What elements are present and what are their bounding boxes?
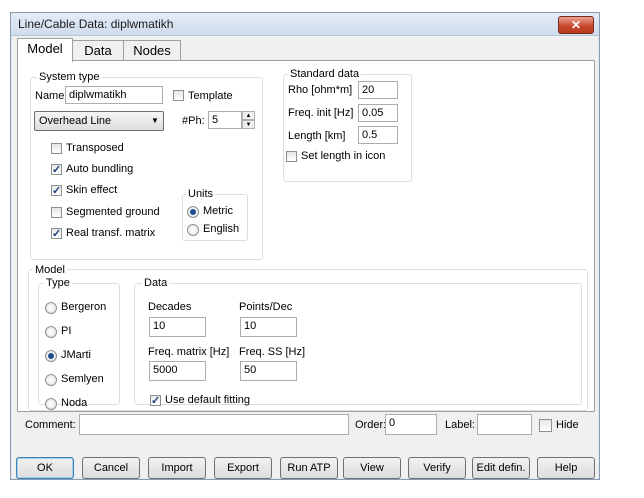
skin-effect-label: Skin effect <box>66 184 118 196</box>
name-input[interactable]: diplwmatikh <box>65 86 163 104</box>
window-title: Line/Cable Data: diplwmatikh <box>18 17 174 31</box>
model-data-legend: Data <box>142 277 170 289</box>
freq-ss-input[interactable]: 50 <box>240 361 297 381</box>
model-type-legend: Type <box>44 277 72 289</box>
name-label: Name: <box>35 90 68 102</box>
pi-label: PI <box>61 325 72 337</box>
segmented-ground-label: Segmented ground <box>66 206 160 218</box>
auto-bundling-checkbox[interactable]: ✓ <box>51 164 62 176</box>
noda-radio[interactable] <box>45 398 57 410</box>
auto-bundling-label: Auto bundling <box>66 163 134 175</box>
hide-checkbox[interactable] <box>539 419 552 432</box>
line-type-value: Overhead Line <box>39 115 112 127</box>
points-dec-label: Points/Dec <box>239 301 293 313</box>
view-button[interactable]: View <box>343 457 401 479</box>
ok-button[interactable]: OK <box>16 457 74 479</box>
import-button[interactable]: Import <box>148 457 206 479</box>
tab-data[interactable]: Data <box>71 40 125 61</box>
transposed-label: Transposed <box>66 142 124 154</box>
semlyen-radio[interactable] <box>45 374 57 386</box>
model-legend: Model <box>33 264 67 276</box>
ph-input[interactable]: 5 <box>208 111 242 129</box>
run-atp-button[interactable]: Run ATP <box>280 457 338 479</box>
noda-label: Noda <box>61 397 88 409</box>
model-data-group <box>134 283 582 405</box>
template-label: Template <box>188 90 233 102</box>
rho-label: Rho [ohm*m] <box>288 84 353 96</box>
freq-matrix-input[interactable]: 5000 <box>149 361 206 381</box>
system-type-legend: System type <box>37 71 102 83</box>
english-radio[interactable] <box>187 224 199 236</box>
points-dec-input[interactable]: 10 <box>240 317 297 337</box>
comment-label: Comment: <box>25 419 76 431</box>
line-type-dropdown[interactable]: Overhead Line ▼ <box>34 111 164 131</box>
length-input[interactable]: 0.5 <box>358 126 398 144</box>
transposed-checkbox[interactable] <box>51 143 62 154</box>
segmented-ground-checkbox[interactable] <box>51 207 62 218</box>
edit-defin-button[interactable]: Edit defin. <box>472 457 530 479</box>
standard-data-legend: Standard data <box>288 68 362 80</box>
label-input[interactable] <box>477 414 532 435</box>
freq-ss-label: Freq. SS [Hz] <box>239 346 306 358</box>
ph-spinner[interactable]: ▲ ▼ <box>242 111 255 129</box>
label-label: Label: <box>445 419 475 431</box>
decades-label: Decades <box>148 301 192 313</box>
english-label: English <box>203 223 240 235</box>
freq-matrix-label: Freq. matrix [Hz] <box>148 346 230 358</box>
order-input[interactable]: 0 <box>385 414 437 435</box>
order-label: Order: <box>355 419 387 431</box>
chevron-down-icon: ▼ <box>151 116 159 125</box>
tab-nodes[interactable]: Nodes <box>123 40 181 61</box>
cancel-button[interactable]: Cancel <box>82 457 140 479</box>
title-bar[interactable]: Line/Cable Data: diplwmatikh ✕ <box>11 13 599 36</box>
spin-up-icon[interactable]: ▲ <box>242 111 255 120</box>
verify-button[interactable]: Verify <box>408 457 466 479</box>
tab-model[interactable]: Model <box>17 38 73 62</box>
bergeron-label: Bergeron <box>61 301 107 313</box>
real-transf-matrix-label: Real transf. matrix <box>66 227 156 239</box>
ph-label: #Ph: <box>182 115 205 127</box>
jmarti-label: JMarti <box>61 349 91 361</box>
freq-init-input[interactable]: 0.05 <box>358 104 398 122</box>
length-label: Length [km] <box>288 130 346 142</box>
default-fitting-checkbox[interactable]: ✓ <box>150 395 161 407</box>
jmarti-radio-selected <box>48 353 54 359</box>
hide-label: Hide <box>556 419 579 431</box>
help-button[interactable]: Help <box>537 457 595 479</box>
template-checkbox[interactable] <box>173 90 184 101</box>
rho-input[interactable]: 20 <box>358 81 398 99</box>
set-length-label: Set length in icon <box>301 150 386 162</box>
comment-input[interactable] <box>79 414 349 435</box>
tab-panel: System type Name: diplwmatikh Template O… <box>17 60 595 412</box>
close-button[interactable]: ✕ <box>558 16 594 34</box>
spin-down-icon[interactable]: ▼ <box>242 120 255 129</box>
metric-radio[interactable] <box>187 206 199 218</box>
set-length-checkbox[interactable] <box>286 151 297 162</box>
semlyen-label: Semlyen <box>61 373 104 385</box>
jmarti-radio[interactable] <box>45 350 57 362</box>
metric-label: Metric <box>203 205 233 217</box>
export-button[interactable]: Export <box>214 457 272 479</box>
dialog-window: Line/Cable Data: diplwmatikh ✕ Model Dat… <box>10 12 600 480</box>
decades-input[interactable]: 10 <box>149 317 206 337</box>
metric-radio-selected <box>190 209 196 215</box>
default-fitting-label: Use default fitting <box>165 394 250 406</box>
skin-effect-checkbox[interactable]: ✓ <box>51 185 62 197</box>
units-legend: Units <box>186 188 216 200</box>
pi-radio[interactable] <box>45 326 57 338</box>
freq-init-label: Freq. init [Hz] <box>288 107 354 119</box>
real-transf-matrix-checkbox[interactable]: ✓ <box>51 228 62 240</box>
bergeron-radio[interactable] <box>45 302 57 314</box>
